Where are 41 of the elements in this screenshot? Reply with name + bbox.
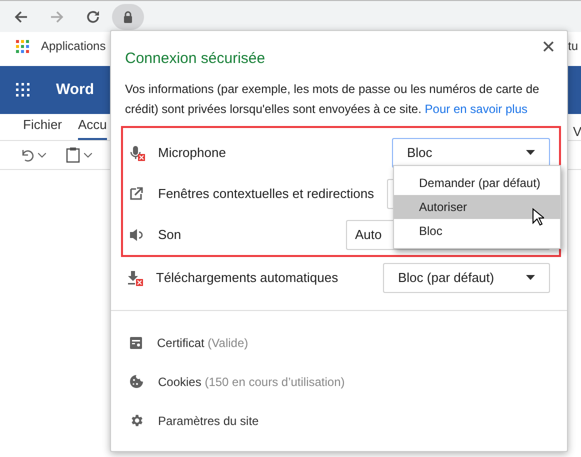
select-value: Auto [355,226,382,244]
ribbon-tab[interactable]: Fichier [23,114,62,140]
lock-button[interactable] [112,4,144,30]
permission-select[interactable]: Bloc (par défaut) [383,262,550,292]
permission-select[interactable]: Bloc [392,138,550,168]
description-text: Vos informations (par exemple, les mots de passe ou les numéros de carte de crédit) sont privées lorsqu'elles sont envoyées à ce site. Pour en savoir plus [125,81,540,118]
mouse-cursor-icon [532,208,544,226]
chevron-icon[interactable] [38,152,46,158]
dropdown-option[interactable]: Autoriser [394,195,560,219]
caret-icon [526,275,535,280]
back-icon[interactable] [14,10,28,24]
select-value: Bloc [407,144,432,162]
dropdown-option[interactable]: Demander (par défaut) [394,171,560,195]
bookmark-link[interactable]: Applications [41,37,106,55]
permission-label: Téléchargements automatiques [156,268,338,287]
popup-title: Connexion sécurisée [125,49,266,69]
learn-more-link[interactable]: Pour en savoir plus [424,102,528,116]
permission-label: Son [158,226,182,244]
reload-icon[interactable] [86,10,100,24]
app-name: Word [56,80,94,100]
ribbon-tab[interactable]: Accu [78,114,107,140]
dropdown-option[interactable]: Bloc [394,219,560,243]
chevron-icon[interactable] [84,152,92,158]
cookie-icon [129,374,144,389]
site-info-link[interactable]: Cookies (150 en cours d’utilisation) [158,372,345,390]
undo-icon[interactable] [20,148,34,162]
apps-grid-icon[interactable] [16,40,29,52]
permission-label: Fenêtres contextuelles et redirections [158,184,374,203]
clipboard-icon[interactable] [66,147,80,163]
permission-label: Microphone [158,144,226,162]
settings-icon [129,413,144,428]
close-button[interactable] [541,39,555,53]
caret-icon [526,150,535,155]
select-value: Bloc (par défaut) [398,268,494,287]
lock-icon [123,10,133,22]
site-info-link[interactable]: Certificat (Valide) [157,334,248,352]
certificate-icon [129,336,143,350]
close-icon [542,40,554,52]
site-info-link[interactable]: Paramètres du site [158,412,259,430]
app-launcher-icon[interactable] [16,83,30,97]
bookmark-link[interactable]: tu [568,37,578,55]
